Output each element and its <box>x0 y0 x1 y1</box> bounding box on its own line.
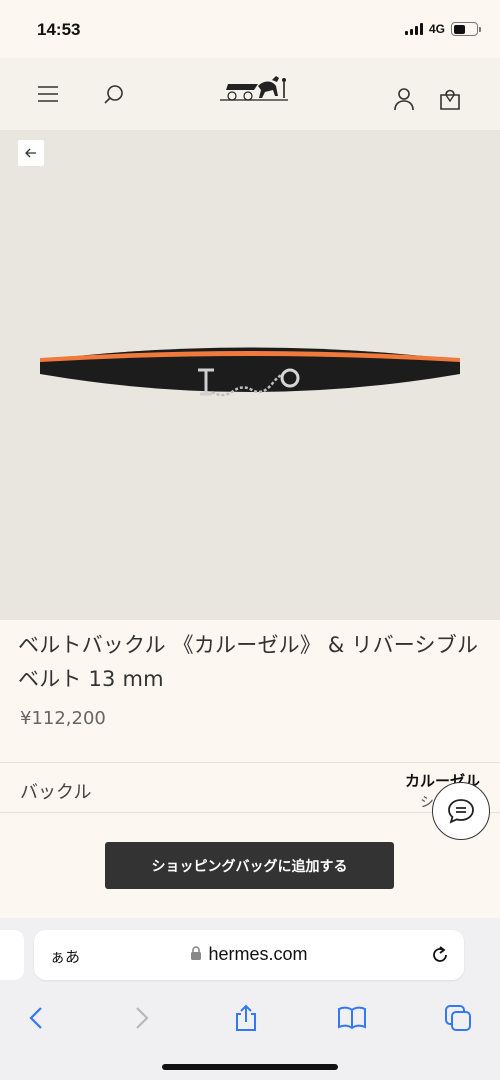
product-price: ¥112,200 <box>20 708 106 729</box>
network-type: 4G <box>428 22 445 36</box>
bookmarks-icon[interactable] <box>332 998 372 1038</box>
battery-icon <box>451 22 481 36</box>
chat-icon <box>448 799 474 824</box>
signal-icon <box>404 23 423 35</box>
browser-toolbar: ぁあ hermes.com <box>0 918 500 1080</box>
belt-illustration <box>40 347 460 397</box>
brand-logo[interactable] <box>218 72 292 106</box>
divider <box>0 812 500 813</box>
forward-nav-icon[interactable] <box>122 998 162 1038</box>
status-bar: 14:53 4G <box>0 0 500 58</box>
search-icon[interactable] <box>102 82 126 106</box>
lock-icon <box>190 945 202 966</box>
back-nav-icon[interactable] <box>16 998 56 1038</box>
url-text: hermes.com <box>208 944 308 964</box>
menu-icon[interactable] <box>36 82 60 106</box>
product-title: ベルトバックル 《カルーゼル》 & リバーシブルベルト 13 mm <box>18 633 479 691</box>
home-indicator <box>162 1064 338 1070</box>
divider <box>0 762 500 763</box>
status-time: 14:53 <box>37 20 81 39</box>
site-header <box>0 58 500 130</box>
buckle-option-label: バックル <box>20 782 92 803</box>
reload-icon[interactable] <box>430 944 450 970</box>
product-image <box>0 130 500 620</box>
shopping-bag-icon[interactable] <box>438 86 462 112</box>
share-icon[interactable] <box>226 998 266 1038</box>
previous-tab[interactable] <box>0 930 24 980</box>
status-indicators: 4G <box>404 22 481 36</box>
address-bar[interactable]: ぁあ hermes.com <box>34 930 464 980</box>
url-display[interactable]: hermes.com <box>34 944 464 966</box>
tabs-icon[interactable] <box>438 998 478 1038</box>
account-icon[interactable] <box>392 86 416 112</box>
add-to-bag-button[interactable]: ショッピングバッグに追加する <box>105 842 394 889</box>
chat-button[interactable] <box>432 782 490 840</box>
